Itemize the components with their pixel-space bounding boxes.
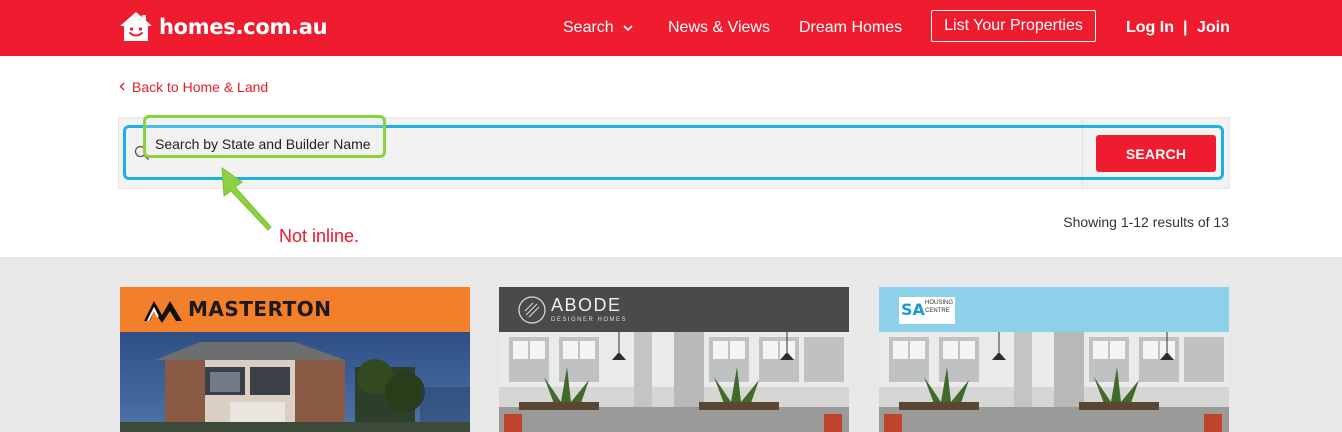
card-header: MASTERTON	[120, 287, 470, 332]
back-link-label: Back to Home & Land	[132, 79, 269, 95]
builder-card-sa-housing[interactable]: SA HOUSING CENTRE	[879, 287, 1229, 432]
nav-news-views[interactable]: News & Views	[668, 0, 770, 56]
nav-search-label: Search	[563, 19, 614, 36]
card-brand: MASTERTON	[188, 297, 332, 321]
auth-separator: |	[1183, 19, 1188, 36]
annotation-note: Not inline.	[279, 226, 360, 246]
results-count: Showing 1-12 results of 13	[1063, 214, 1229, 230]
card-tagline-line1: HOUSING	[925, 300, 954, 306]
card-image-office	[879, 332, 1229, 432]
card-tagline: DESIGNER HOMES	[551, 317, 628, 323]
card-image-office	[499, 332, 849, 432]
card-tagline-line2: CENTRE	[925, 308, 950, 314]
chevron-left-icon	[119, 80, 125, 94]
login-link[interactable]: Log In	[1126, 0, 1174, 56]
site-logo[interactable]: homes.com.au	[118, 10, 328, 44]
card-header: ABODE DESIGNER HOMES	[499, 287, 849, 332]
masterton-logo-icon	[142, 297, 186, 328]
card-tagline: HOUSING CENTRE	[925, 299, 953, 315]
back-link[interactable]: Back to Home & Land	[119, 79, 268, 95]
builder-card-abode[interactable]: ABODE DESIGNER HOMES	[499, 287, 849, 432]
search-placeholder-label: Search by State and Builder Name	[155, 136, 371, 152]
abode-logo-icon	[517, 295, 547, 330]
nav-search[interactable]: Search	[563, 0, 633, 56]
nav-dream-homes[interactable]: Dream Homes	[799, 0, 902, 56]
card-brand: SA	[901, 300, 925, 319]
list-properties-button[interactable]: List Your Properties	[931, 10, 1096, 42]
card-header: SA HOUSING CENTRE	[879, 287, 1229, 332]
card-brand: ABODE	[551, 295, 622, 315]
annotation-arrow-icon	[200, 160, 280, 240]
house-logo-icon	[118, 11, 154, 43]
brand-name: homes.com.au	[159, 15, 328, 39]
chevron-down-icon	[623, 19, 633, 37]
card-image-house	[120, 332, 470, 432]
builder-card-masterton[interactable]: MASTERTON	[120, 287, 470, 432]
site-header: homes.com.au Search News & Views Dream H…	[0, 0, 1342, 56]
join-link[interactable]: Join	[1197, 0, 1230, 56]
sa-housing-logo: SA HOUSING CENTRE	[899, 297, 955, 324]
